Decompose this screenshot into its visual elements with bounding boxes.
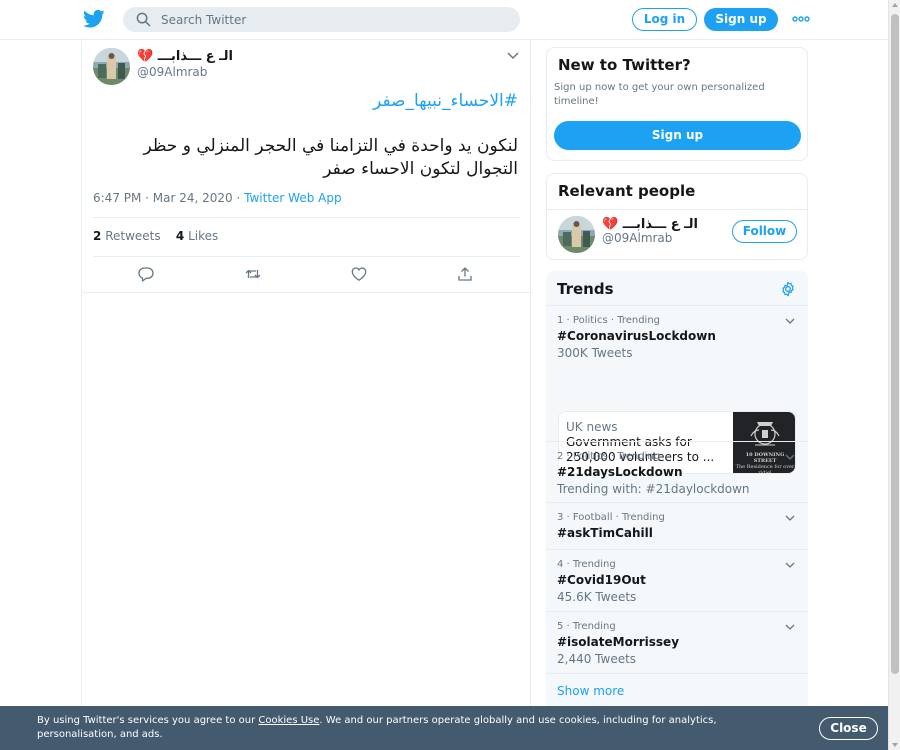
trends-title: Trends (557, 280, 614, 298)
signup-button[interactable]: Sign up (704, 8, 778, 31)
chevron-down-icon[interactable] (507, 52, 519, 60)
scroll-up-arrow-icon[interactable] (892, 3, 898, 7)
tweet-time[interactable]: 6:47 PM · Mar 24, 2020 · (93, 191, 244, 205)
tweet-text: لنكون يد واحدة في التزامنا في الحجر المن… (143, 136, 518, 179)
relevant-person-avatar[interactable] (558, 216, 595, 253)
cookie-text-before: By using Twitter's services you agree to… (37, 715, 259, 726)
divider (82, 292, 532, 293)
likes-label: Likes (188, 229, 219, 243)
trend-name[interactable]: #askTimCahill (557, 526, 653, 540)
scroll-down-arrow-icon[interactable] (892, 743, 898, 747)
share-icon[interactable] (457, 266, 473, 282)
page-scrollbar[interactable] (888, 0, 900, 750)
trend-count: Trending with: #21daylockdown (557, 482, 750, 496)
search-icon (136, 12, 151, 27)
trend-name[interactable]: #21daysLockdown (557, 465, 682, 479)
reply-icon[interactable] (138, 266, 154, 282)
divider (93, 256, 520, 257)
divider (547, 209, 807, 210)
author-name[interactable]: 💔 الـ ع ـــذابـــ (137, 49, 233, 64)
trend-context: 4 · Trending (557, 559, 616, 570)
likes-count: 4 (175, 229, 185, 243)
retweet-icon[interactable] (245, 266, 261, 282)
trend-count: 2,440 Tweets (557, 652, 637, 666)
tweet-stats: 2 Retweets 4 Likes (93, 229, 218, 243)
chevron-down-icon[interactable] (785, 624, 795, 631)
top-navigation-bar: Log in Sign up (0, 0, 888, 40)
retweets-stat[interactable]: 2 Retweets (93, 229, 161, 243)
relevant-person-handle[interactable]: @09Almrab (602, 231, 672, 245)
retweets-count: 2 (93, 229, 102, 243)
divider (546, 673, 808, 674)
trend-context: 5 · Trending (557, 621, 616, 632)
new-to-twitter-card: New to Twitter? Sign up now to get your … (546, 47, 808, 161)
tweet-timestamp: 6:47 PM · Mar 24, 2020 · Twitter Web App (93, 191, 342, 205)
divider (546, 549, 808, 550)
author-display-name: الـ ع ـــذابـــ (157, 49, 233, 64)
twitter-logo-icon[interactable] (83, 9, 105, 29)
trend-context: 3 · Football · Trending (557, 512, 665, 523)
thumb-subtitle: The Residence for over ridiel (735, 464, 795, 474)
divider (93, 217, 520, 218)
gear-icon[interactable] (780, 281, 796, 297)
more-dots-icon[interactable] (792, 12, 810, 26)
like-icon[interactable] (351, 266, 367, 282)
scrollbar-thumb[interactable] (891, 14, 899, 674)
new-to-twitter-subtitle: Sign up now to get your own personalized… (554, 82, 765, 107)
retweets-label: Retweets (105, 229, 161, 243)
divider (546, 611, 808, 612)
trends-panel: Trends 1 · Politics · Trending #Coronavi… (546, 271, 808, 711)
trend-name[interactable]: #Covid19Out (557, 573, 646, 587)
login-button[interactable]: Log in (632, 8, 697, 31)
sidebar-signup-button[interactable]: Sign up (554, 121, 801, 150)
chevron-down-icon[interactable] (785, 318, 795, 325)
broken-heart-icon: 💔 (137, 49, 154, 64)
tweet-source-link[interactable]: Twitter Web App (244, 191, 341, 205)
trend-name[interactable]: #CoronavirusLockdown (557, 329, 716, 343)
relevant-person-name[interactable]: 💔 الـ ع ـــذابـــ (602, 217, 698, 232)
follow-button[interactable]: Follow (732, 220, 797, 243)
show-more-link[interactable]: Show more (557, 684, 624, 698)
chevron-down-icon[interactable] (785, 515, 795, 522)
cookie-banner: By using Twitter's services you agree to… (0, 706, 888, 750)
trend-name[interactable]: #isolateMorrissey (557, 635, 679, 649)
search-box[interactable] (123, 7, 520, 32)
author-handle[interactable]: @09Almrab (137, 65, 207, 79)
broken-heart-icon: 💔 (602, 217, 619, 232)
chevron-down-icon[interactable] (785, 562, 795, 569)
news-source: UK news (566, 420, 618, 434)
search-input[interactable] (161, 10, 501, 29)
cookies-use-link[interactable]: Cookies Use (258, 715, 319, 726)
new-to-twitter-title: New to Twitter? (558, 56, 691, 74)
relevant-people-title: Relevant people (558, 182, 696, 200)
author-avatar[interactable] (93, 48, 130, 85)
trend-context: 2 · Politics · Trending (557, 451, 661, 462)
divider (546, 305, 808, 306)
divider (546, 502, 808, 503)
likes-stat[interactable]: 4 Likes (176, 229, 218, 243)
tweet-hashtag-link[interactable]: #الاحساء_نبيها_صفر (373, 91, 518, 111)
relevant-person-display-name: الـ ع ـــذابـــ (622, 217, 698, 232)
close-button[interactable]: Close (819, 717, 878, 740)
trend-count: 300K Tweets (557, 346, 633, 360)
chevron-down-icon[interactable] (785, 454, 795, 461)
cookie-text: By using Twitter's services you agree to… (37, 714, 797, 742)
news-thumbnail-image: 10 DOWNING STREET The Residence for over… (733, 412, 795, 474)
divider (546, 441, 808, 442)
trend-context: 1 · Politics · Trending (557, 315, 661, 326)
tweet-detail-column: 💔 الـ ع ـــذابـــ @09Almrab #الاحساء_نبي… (81, 40, 532, 750)
trend-count: 45.6K Tweets (557, 590, 637, 604)
relevant-people-card: Relevant people 💔 الـ ع ـــذابـــ @09Alm… (546, 173, 808, 260)
